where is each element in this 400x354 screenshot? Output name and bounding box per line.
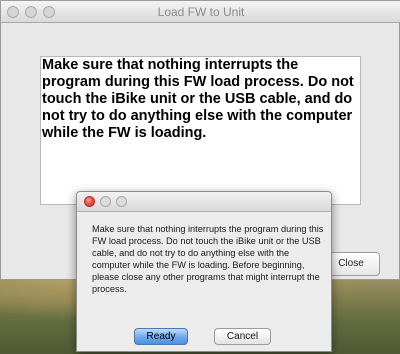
main-titlebar[interactable]: Load FW to Unit [1, 1, 400, 23]
zoom-dialog-icon[interactable] [116, 196, 127, 207]
dialog-message: Make sure that nothing interrupts the pr… [92, 224, 324, 294]
window-title: Load FW to Unit [157, 5, 245, 19]
confirm-dialog: Make sure that nothing interrupts the pr… [76, 191, 332, 352]
dialog-titlebar[interactable] [77, 192, 331, 212]
close-dialog-icon[interactable] [84, 196, 95, 207]
minimize-dialog-icon[interactable] [100, 196, 111, 207]
cancel-button[interactable]: Cancel [214, 328, 271, 345]
warning-message: Make sure that nothing interrupts the pr… [42, 57, 354, 141]
ready-button[interactable]: Ready [134, 328, 188, 345]
